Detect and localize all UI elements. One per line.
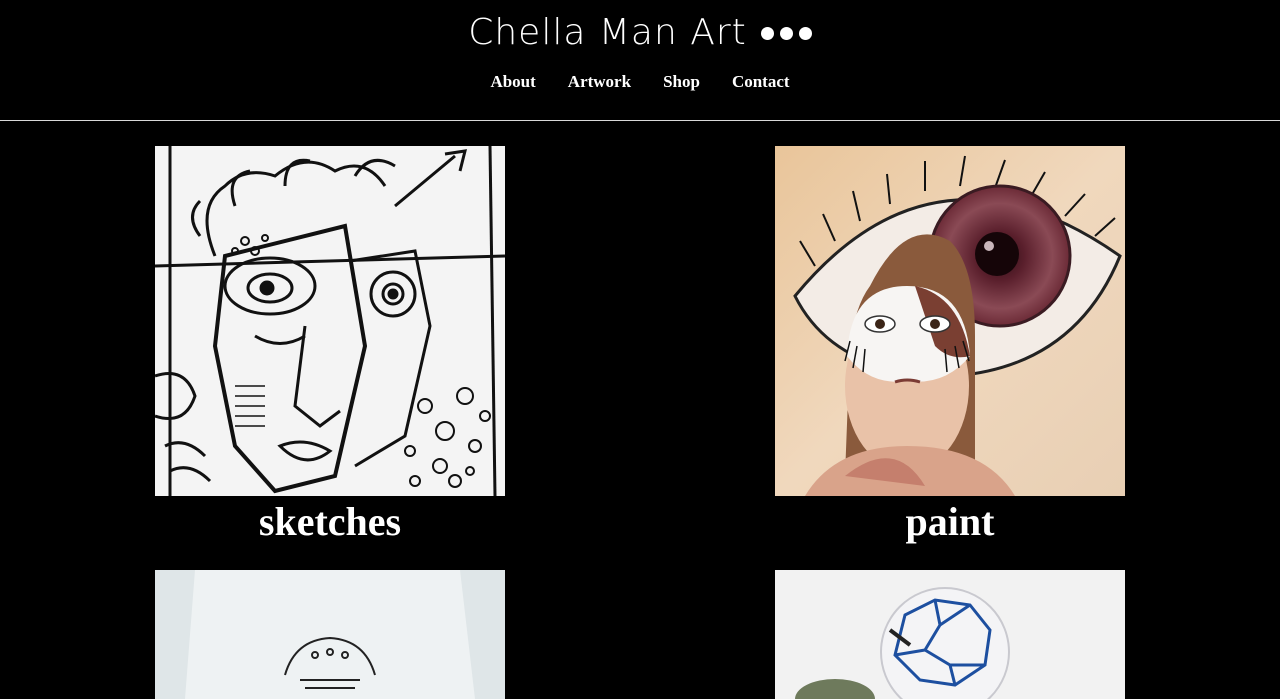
gallery-tile-paint[interactable]: paint <box>775 146 1125 546</box>
site-header: Chella Man Art About Artwork Shop Contac… <box>0 0 1280 121</box>
nav-about[interactable]: About <box>490 72 535 92</box>
site-title-text[interactable]: Chella Man Art <box>468 12 747 53</box>
sketches-image[interactable] <box>155 146 505 496</box>
shirt-image[interactable] <box>155 570 505 699</box>
three-dots-icon[interactable] <box>760 27 812 40</box>
nav-contact[interactable]: Contact <box>732 72 790 92</box>
sketches-label[interactable]: sketches <box>155 498 505 546</box>
paint-label[interactable]: paint <box>775 498 1125 546</box>
gallery-tile-shirt[interactable] <box>155 570 505 699</box>
gallery-tile-soccer[interactable] <box>775 570 1125 699</box>
main-nav: About Artwork Shop Contact <box>0 72 1280 92</box>
paint-image[interactable] <box>775 146 1125 496</box>
gallery-tile-sketches[interactable]: sketches <box>155 146 505 546</box>
nav-artwork[interactable]: Artwork <box>568 72 631 92</box>
site-title[interactable]: Chella Man Art <box>0 12 1280 53</box>
nav-shop[interactable]: Shop <box>663 72 700 92</box>
soccer-image[interactable] <box>775 570 1125 699</box>
